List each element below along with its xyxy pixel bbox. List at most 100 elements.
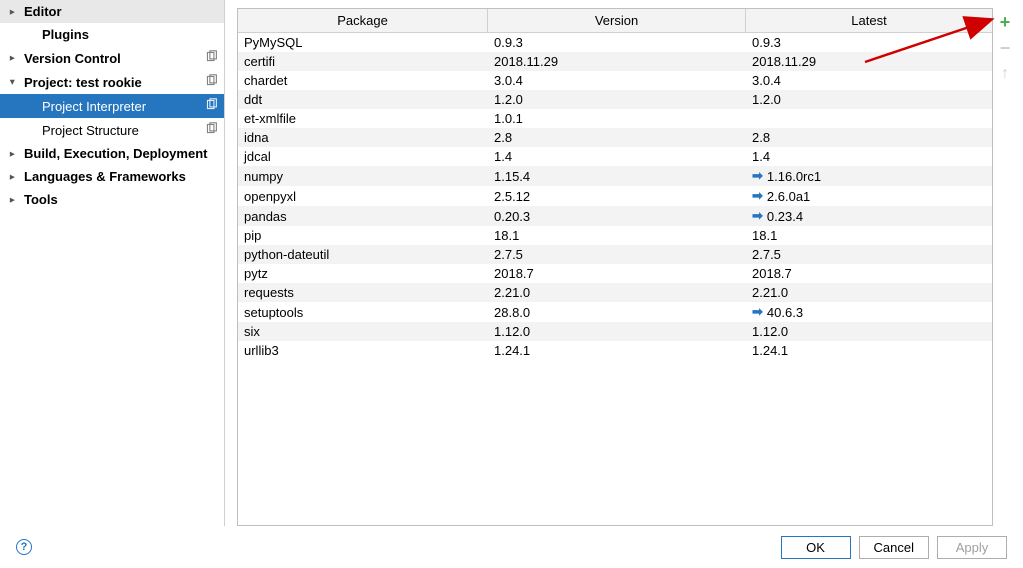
help-button[interactable]: ? — [16, 539, 32, 555]
cell-package: pytz — [238, 264, 488, 283]
cell-version: 2.7.5 — [488, 245, 746, 264]
table-row[interactable]: requests2.21.02.21.0 — [238, 283, 992, 302]
sidebar-item-tools[interactable]: ▸ Tools — [0, 188, 224, 211]
cell-package: jdcal — [238, 147, 488, 166]
dialog-footer: ? OK Cancel Apply — [0, 526, 1023, 568]
upgrade-arrow-icon: ➡ — [752, 208, 763, 224]
cell-latest: 2018.7 — [752, 266, 792, 281]
sidebar-label: Languages & Frameworks — [24, 169, 186, 184]
sidebar-item-languages-frameworks[interactable]: ▸Languages & Frameworks — [0, 165, 224, 188]
minus-icon: − — [1000, 39, 1011, 57]
package-table: Package Version Latest PyMySQL0.9.30.9.3… — [237, 8, 993, 526]
table-row[interactable]: openpyxl2.5.12➡2.6.0a1 — [238, 186, 992, 206]
table-row[interactable]: PyMySQL0.9.30.9.3 — [238, 33, 992, 52]
table-row[interactable]: idna2.82.8 — [238, 128, 992, 147]
table-header: Package Version Latest — [238, 9, 992, 33]
sidebar-item-project-interpreter[interactable]: Project Interpreter — [0, 94, 224, 118]
sidebar-item-build-execution-deployment[interactable]: ▸ Build, Execution, Deployment — [0, 142, 224, 165]
table-row[interactable]: pandas0.20.3➡0.23.4 — [238, 206, 992, 226]
cell-version: 1.12.0 — [488, 322, 746, 341]
cell-latest: 40.6.3 — [767, 305, 803, 320]
sidebar-label: Project: test rookie — [24, 75, 142, 90]
cell-package: PyMySQL — [238, 33, 488, 52]
table-row[interactable]: ddt1.2.01.2.0 — [238, 90, 992, 109]
sidebar-label: Project Interpreter — [42, 99, 146, 114]
cell-version: 2.21.0 — [488, 283, 746, 302]
cell-latest: 2018.11.29 — [752, 54, 816, 69]
cell-version: 2.8 — [488, 128, 746, 147]
expand-icon: ▸ — [10, 148, 15, 159]
table-row[interactable]: numpy1.15.4➡1.16.0rc1 — [238, 166, 992, 186]
copy-icon — [205, 98, 218, 114]
cell-package: openpyxl — [238, 186, 488, 206]
sidebar-item-project-test-rookie[interactable]: ▾ Project: test rookie — [0, 70, 224, 94]
sidebar-item-editor[interactable]: ▸ Editor — [0, 0, 224, 23]
cell-latest: 1.24.1 — [752, 343, 788, 358]
up-arrow-icon: ↑ — [1001, 65, 1009, 83]
expand-icon: ▾ — [10, 77, 15, 88]
upgrade-package-button[interactable]: ↑ — [995, 64, 1015, 84]
cell-version: 2018.7 — [488, 264, 746, 283]
table-row[interactable]: jdcal1.41.4 — [238, 147, 992, 166]
upgrade-arrow-icon: ➡ — [752, 188, 763, 204]
table-row[interactable]: certifi2018.11.292018.11.29 — [238, 52, 992, 71]
col-latest[interactable]: Latest — [746, 9, 992, 32]
cell-latest: 1.2.0 — [752, 92, 781, 107]
ok-button[interactable]: OK — [781, 536, 851, 559]
sidebar-item-version-control[interactable]: ▸Version Control — [0, 46, 224, 70]
table-row[interactable]: pytz2018.72018.7 — [238, 264, 992, 283]
table-body[interactable]: PyMySQL0.9.30.9.3certifi2018.11.292018.1… — [238, 33, 992, 525]
copy-icon — [205, 50, 218, 66]
sidebar-label: Editor — [24, 4, 62, 19]
copy-icon — [205, 74, 218, 90]
cell-version: 3.0.4 — [488, 71, 746, 90]
sidebar-label: Tools — [24, 192, 58, 207]
settings-sidebar: ▸ Editor Plugins▸Version Control ▾ Project: … — [0, 0, 225, 526]
add-package-button[interactable]: + — [995, 12, 1015, 32]
cell-latest: 1.12.0 — [752, 324, 788, 339]
cell-version: 2018.11.29 — [488, 52, 746, 71]
sidebar-item-project-structure[interactable]: Project Structure — [0, 118, 224, 142]
table-row[interactable]: six1.12.01.12.0 — [238, 322, 992, 341]
sidebar-label: Project Structure — [42, 123, 139, 138]
cell-version: 0.9.3 — [488, 33, 746, 52]
cell-version: 18.1 — [488, 226, 746, 245]
col-version[interactable]: Version — [488, 9, 746, 32]
upgrade-arrow-icon: ➡ — [752, 168, 763, 184]
apply-button[interactable]: Apply — [937, 536, 1007, 559]
table-row[interactable]: urllib31.24.11.24.1 — [238, 341, 992, 360]
table-row[interactable]: python-dateutil2.7.52.7.5 — [238, 245, 992, 264]
table-row[interactable]: setuptools28.8.0➡40.6.3 — [238, 302, 992, 322]
cell-latest: 1.16.0rc1 — [767, 169, 821, 184]
cell-package: numpy — [238, 166, 488, 186]
cell-latest: 0.23.4 — [767, 209, 803, 224]
plus-icon: + — [1000, 13, 1011, 31]
table-row[interactable]: et-xmlfile1.0.1 — [238, 109, 992, 128]
cell-package: pandas — [238, 206, 488, 226]
upgrade-arrow-icon: ➡ — [752, 304, 763, 320]
cell-package: chardet — [238, 71, 488, 90]
content-area: Package Version Latest PyMySQL0.9.30.9.3… — [225, 0, 1023, 526]
sidebar-item-plugins[interactable]: Plugins — [0, 23, 224, 46]
cell-package: ddt — [238, 90, 488, 109]
cell-version: 1.24.1 — [488, 341, 746, 360]
cell-latest: 0.9.3 — [752, 35, 781, 50]
cell-package: certifi — [238, 52, 488, 71]
cell-package: python-dateutil — [238, 245, 488, 264]
sidebar-label: Build, Execution, Deployment — [24, 146, 207, 161]
cell-package: urllib3 — [238, 341, 488, 360]
cell-latest: 2.8 — [752, 130, 770, 145]
package-toolbar: + − ↑ — [993, 8, 1017, 526]
cancel-button[interactable]: Cancel — [859, 536, 929, 559]
cell-package: setuptools — [238, 302, 488, 322]
expand-icon: ▸ — [10, 6, 15, 17]
cell-version: 1.2.0 — [488, 90, 746, 109]
expand-icon: ▸ — [10, 194, 15, 205]
table-row[interactable]: pip18.118.1 — [238, 226, 992, 245]
cell-version: 1.0.1 — [488, 109, 746, 128]
table-row[interactable]: chardet3.0.43.0.4 — [238, 71, 992, 90]
cell-latest: 2.6.0a1 — [767, 189, 810, 204]
cell-package: requests — [238, 283, 488, 302]
col-package[interactable]: Package — [238, 9, 488, 32]
remove-package-button[interactable]: − — [995, 38, 1015, 58]
